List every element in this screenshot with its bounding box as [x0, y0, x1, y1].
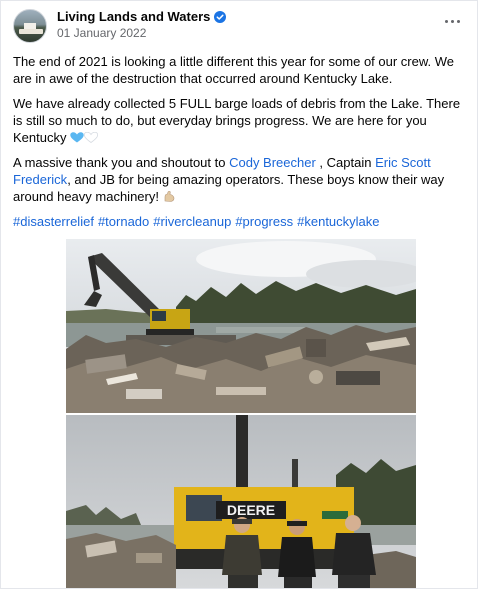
paragraph-3-intro: A massive thank you and shoutout to	[13, 155, 230, 170]
white-heart-emoji	[84, 132, 99, 143]
paragraph-3: A massive thank you and shoutout to Cody…	[13, 154, 463, 205]
page-avatar[interactable]	[13, 9, 47, 43]
hashtag-kentuckylake[interactable]: #kentuckylake	[297, 214, 379, 229]
hashtag-disasterrelief[interactable]: #disasterrelief	[13, 214, 94, 229]
post-header: Living Lands and Waters 01 January 2022	[13, 7, 465, 47]
page-name[interactable]: Living Lands and Waters	[57, 9, 210, 24]
more-options-icon[interactable]	[439, 11, 465, 31]
hashtag-list: #disasterrelief #tornado #rivercleanup #pro…	[13, 213, 463, 230]
paragraph-1: The end of 2021 is looking a little diff…	[13, 54, 455, 86]
blue-heart-emoji	[70, 132, 84, 143]
post-timestamp[interactable]: 01 January 2022	[57, 26, 146, 40]
hashtag-rivercleanup[interactable]: #rivercleanup	[153, 214, 231, 229]
hashtag-progress[interactable]: #progress	[235, 214, 293, 229]
flexed-biceps-emoji	[163, 190, 176, 203]
avatar-barge	[19, 29, 43, 34]
photo-excavator-debris[interactable]	[66, 239, 416, 413]
mention-cody-breecher[interactable]: Cody Breecher	[229, 155, 316, 170]
paragraph-3-end: , and JB for being amazing operators. Th…	[13, 172, 445, 204]
paragraph-3-mid: , Captain	[315, 155, 376, 170]
deere-sign: DEERE	[227, 502, 275, 518]
post-card: Living Lands and Waters 01 January 2022 …	[0, 0, 478, 589]
post-text: The end of 2021 is looking a little diff…	[13, 53, 463, 238]
paragraph-2: We have already collected 5 FULL barge l…	[13, 95, 463, 146]
page-name-link[interactable]: Living Lands and Waters	[57, 9, 227, 24]
photo-crew-deere-excavator[interactable]: DEERE	[66, 415, 416, 588]
verified-badge-icon	[214, 10, 227, 23]
hashtag-tornado[interactable]: #tornado	[98, 214, 149, 229]
